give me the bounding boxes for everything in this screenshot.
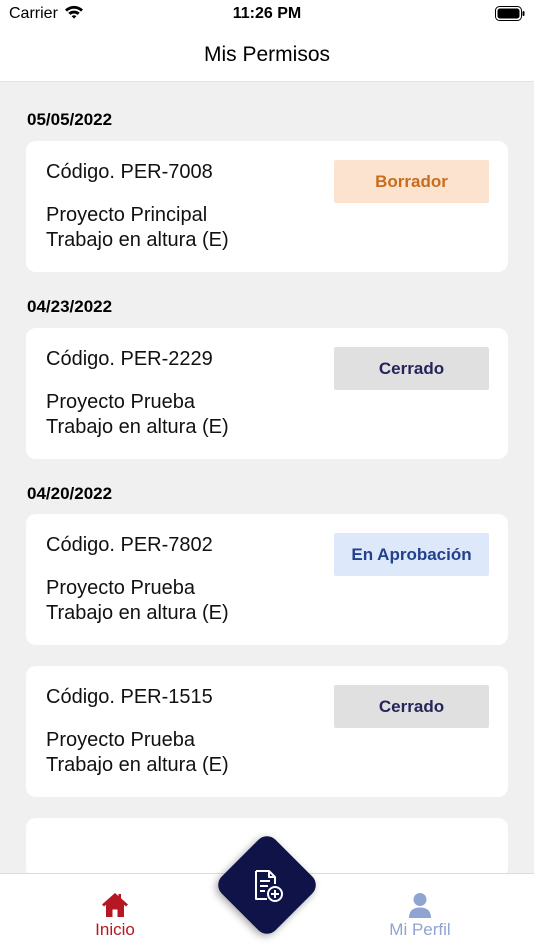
permit-code: Código. PER-7802 [46,534,213,556]
permit-work-type: Trabajo en altura (E) [46,416,229,438]
permit-project: Proyecto Prueba [46,391,195,413]
permit-project: Proyecto Prueba [46,729,195,751]
permit-work-type: Trabajo en altura (E) [46,602,229,624]
date-header: 04/20/2022 [27,484,113,503]
permit-card[interactable]: Código. PER-7802 Proyecto Prueba Trabajo… [26,514,508,645]
permit-code: Código. PER-2229 [46,348,213,370]
date-header: 05/05/2022 [27,110,113,129]
permit-code: Código. PER-1515 [46,686,213,708]
permit-project: Proyecto Prueba [46,577,195,599]
navigation-bar: Mis Permisos [0,30,534,82]
permit-card[interactable]: Código. PER-1515 Proyecto Prueba Trabajo… [26,666,508,797]
permits-list[interactable]: 05/05/2022 Código. PER-7008 Proyecto Pri… [0,83,534,873]
permit-work-type: Trabajo en altura (E) [46,229,229,251]
status-badge: Cerrado [334,685,489,728]
tab-mi-perfil-label: Mi Perfil [389,920,451,939]
date-header: 04/23/2022 [27,297,113,316]
permit-card[interactable]: Código. PER-2229 Proyecto Prueba Trabajo… [26,328,508,459]
home-icon [102,893,128,917]
status-badge: Cerrado [334,347,489,390]
status-bar: Carrier 11:26 PM [0,0,534,30]
status-badge: Borrador [334,160,489,203]
tab-mi-perfil[interactable]: Mi Perfil [360,892,480,940]
new-document-icon [255,870,283,902]
permit-project: Proyecto Principal [46,204,208,226]
permit-work-type: Trabajo en altura (E) [46,754,229,776]
person-icon [409,893,431,918]
tab-inicio[interactable]: Inicio [55,892,175,940]
page-title: Mis Permisos [203,43,330,66]
permit-card[interactable]: Código. PER-7008 Proyecto Principal Trab… [26,141,508,272]
tab-inicio-label: Inicio [95,920,135,939]
status-badge: En Aprobación [334,533,489,576]
status-time: 11:26 PM [232,5,302,22]
permit-code: Código. PER-7008 [46,161,213,183]
battery-icon [495,6,525,21]
